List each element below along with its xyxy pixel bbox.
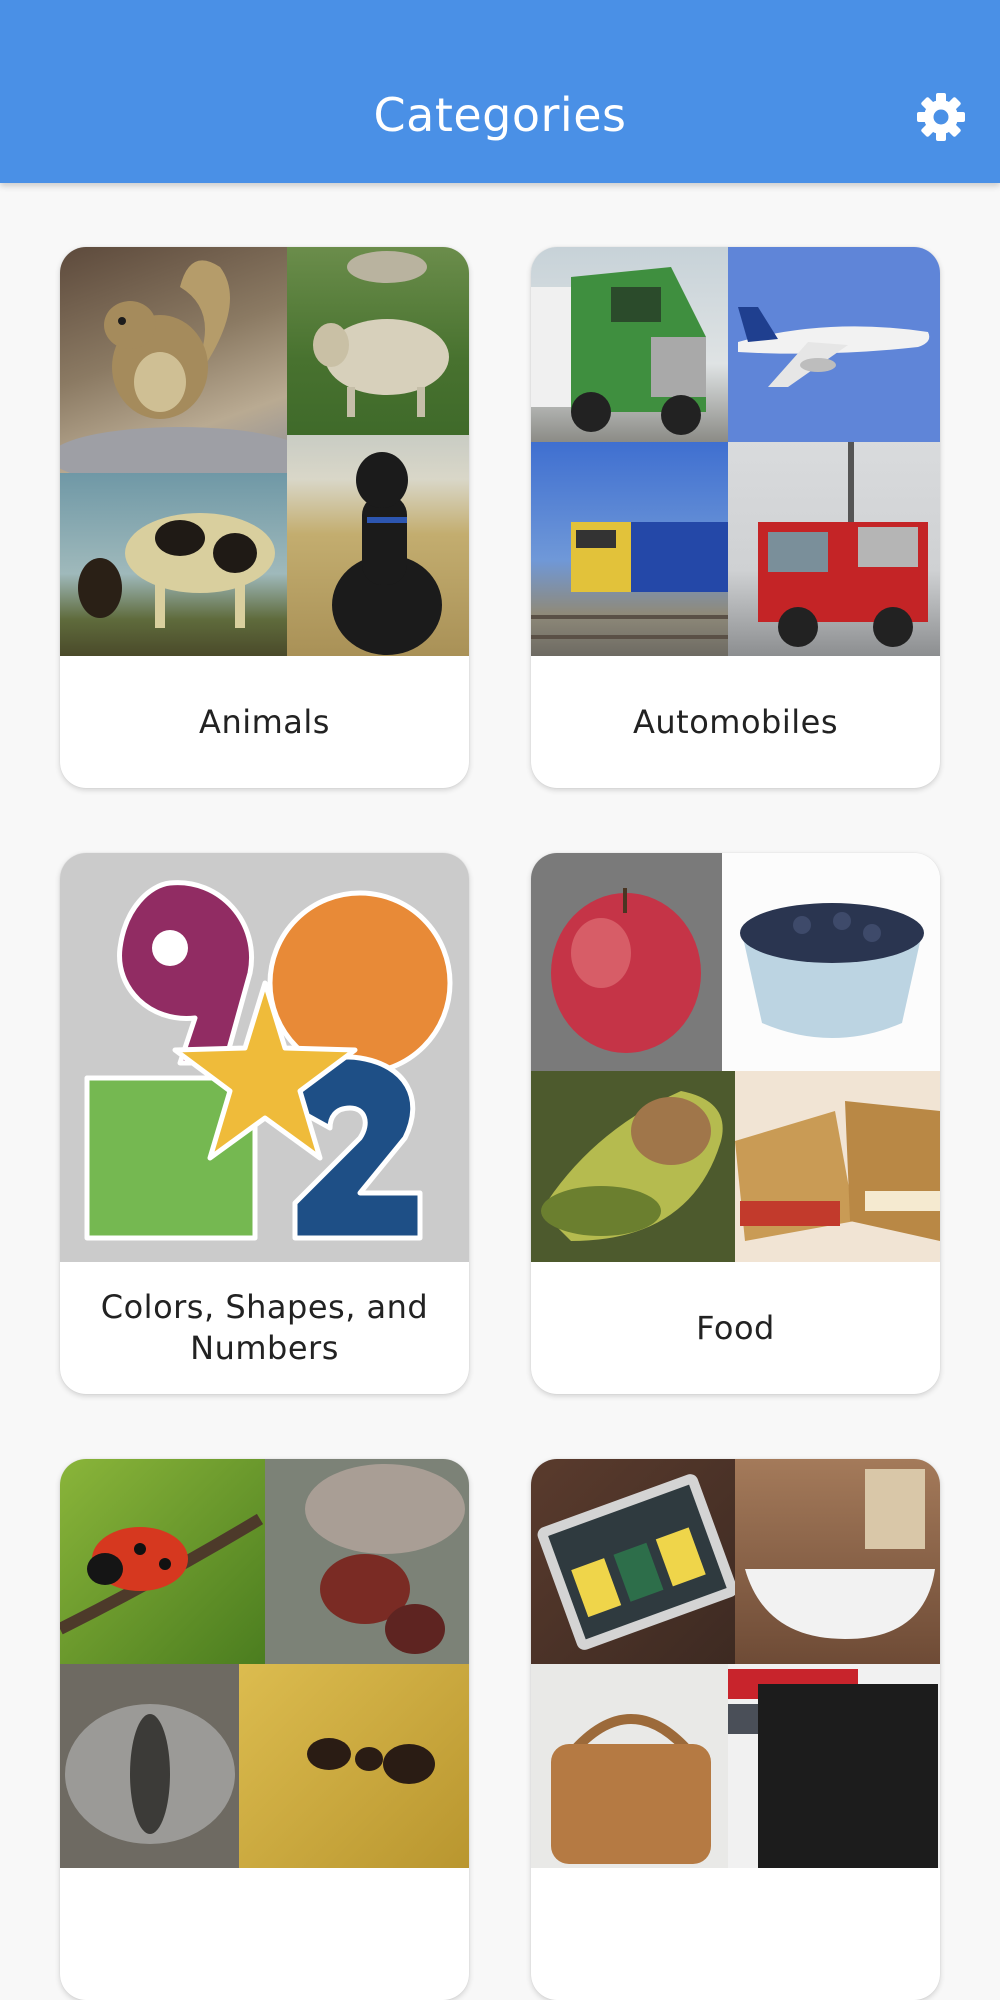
category-card-colors-shapes-numbers[interactable]: Colors, Shapes, and Numbers bbox=[60, 853, 469, 1394]
black-dog-image bbox=[287, 435, 469, 656]
category-thumbnail-automobiles bbox=[531, 247, 940, 656]
page-title: Categories bbox=[373, 88, 627, 142]
green-truck-image bbox=[531, 247, 728, 442]
gear-icon[interactable] bbox=[916, 92, 966, 142]
category-thumbnail-colors-shapes-numbers bbox=[60, 853, 469, 1262]
airplane-image bbox=[728, 247, 940, 442]
category-label: Automobiles bbox=[633, 702, 838, 741]
category-label: Food bbox=[696, 1308, 775, 1347]
bathtub-image bbox=[735, 1459, 940, 1664]
category-card-insects[interactable] bbox=[60, 1459, 469, 2000]
apple-image bbox=[531, 853, 722, 1071]
number-9-shape bbox=[117, 880, 254, 1066]
blueberries-image bbox=[722, 853, 940, 1071]
cow-image bbox=[60, 473, 287, 656]
category-card-automobiles[interactable]: Automobiles bbox=[531, 247, 940, 788]
grilled-cheese-image bbox=[735, 1071, 940, 1262]
category-thumbnail-insects bbox=[60, 1459, 469, 1868]
category-card-animals[interactable]: Animals bbox=[60, 247, 469, 788]
category-label: Animals bbox=[199, 702, 330, 741]
category-thumbnail-household bbox=[531, 1459, 940, 1868]
squirrel-image bbox=[60, 247, 287, 473]
app-bar: Categories bbox=[0, 0, 1000, 183]
tablet-image bbox=[531, 1459, 735, 1664]
category-thumbnail-food bbox=[531, 853, 940, 1262]
moth-image bbox=[60, 1664, 239, 1868]
category-card-food[interactable]: Food bbox=[531, 853, 940, 1394]
category-label: Colors, Shapes, and Numbers bbox=[100, 1288, 429, 1367]
category-label bbox=[80, 1868, 449, 2000]
ant-image bbox=[239, 1664, 469, 1868]
fire-truck-image bbox=[728, 442, 940, 656]
sheep-image bbox=[287, 247, 469, 435]
avocado-image bbox=[531, 1071, 735, 1262]
category-card-household[interactable] bbox=[531, 1459, 940, 2000]
wallet-image bbox=[728, 1664, 940, 1868]
hornet-image bbox=[265, 1459, 469, 1664]
category-thumbnail-animals bbox=[60, 247, 469, 656]
ladybug-image bbox=[60, 1459, 265, 1664]
handbag-image bbox=[531, 1664, 728, 1868]
category-label bbox=[551, 1868, 920, 2000]
train-image bbox=[531, 442, 728, 656]
